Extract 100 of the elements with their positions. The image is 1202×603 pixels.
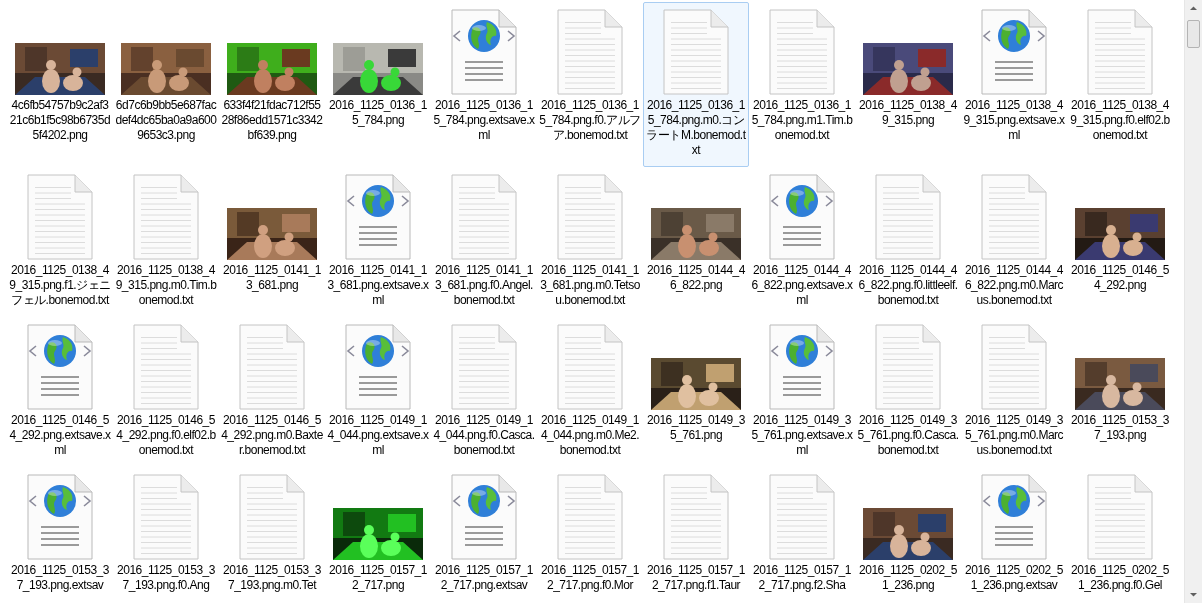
text-document-icon [1087, 474, 1153, 560]
file-name: 2016_1125_0144_46_822.png [646, 263, 746, 293]
file-item[interactable]: 2016_1125_0138_49_315.png.f0.elf02.bonemod.txt [1067, 2, 1173, 167]
file-name: 2016_1125_0146_54_292.png [1070, 263, 1170, 293]
text-document-icon [133, 474, 199, 560]
file-item[interactable]: 2016_1125_0153_37_193.png [1067, 317, 1173, 467]
file-item[interactable]: 2016_1125_0149_35_761.png.extsave.xml [749, 317, 855, 467]
xml-document-icon [345, 174, 411, 260]
file-name: 633f4f21fdac712f5528f86edd1571c3342bf639.png [221, 98, 323, 143]
xml-document-icon [345, 324, 411, 410]
file-item[interactable]: 2016_1125_0146_54_292.png.extsave.xml [7, 317, 113, 467]
xml-document-icon [981, 474, 1047, 560]
file-name: 2016_1125_0153_37_193.png.extsav [10, 563, 110, 593]
file-item[interactable]: 2016_1125_0149_14_044.png.extsave.xml [325, 317, 431, 467]
file-item[interactable]: 2016_1125_0144_46_822.png.extsave.xml [749, 167, 855, 317]
file-item[interactable]: 2016_1125_0136_15_784.png.f0.アルフア.bonemod.txt [537, 2, 643, 167]
file-item[interactable]: 2016_1125_0149_14_044.png.m0.Me2.bonemod.txt [537, 317, 643, 467]
text-document-icon [1087, 9, 1153, 95]
file-name: 2016_1125_0146_54_292.png.m0.Baxter.bonemod.txt [221, 413, 323, 458]
file-name: 2016_1125_0153_37_193.png [1070, 413, 1170, 443]
text-document-icon [451, 324, 517, 410]
file-item[interactable]: 2016_1125_0136_15_784.png.extsave.xml [431, 2, 537, 167]
xml-document-icon [27, 324, 93, 410]
file-name: 2016_1125_0144_46_822.png.extsave.xml [751, 263, 853, 308]
file-name: 2016_1125_0157_12_717.png.f1.Taur [646, 563, 746, 593]
xml-document-icon [981, 9, 1047, 95]
file-item[interactable]: 2016_1125_0141_13_681.png [219, 167, 325, 317]
text-document-icon [239, 474, 305, 560]
text-document-icon [133, 174, 199, 260]
file-item[interactable]: 2016_1125_0149_14_044.png.f0.Casca.bonemod.txt [431, 317, 537, 467]
file-item[interactable]: 2016_1125_0138_49_315.png.m0.Tim.bonemod.txt [113, 167, 219, 317]
file-name: 2016_1125_0138_49_315.png.m0.Tim.bonemod.txt [115, 263, 217, 308]
file-name: 2016_1125_0149_35_761.png.extsave.xml [751, 413, 853, 458]
text-document-icon [875, 174, 941, 260]
file-name: 2016_1125_0202_51_236.png [858, 563, 958, 593]
file-item[interactable]: 2016_1125_0157_12_717.png.extsav [431, 467, 537, 602]
file-item[interactable]: 2016_1125_0153_37_193.png.f0.Ang [113, 467, 219, 602]
scroll-thumb[interactable] [1187, 20, 1200, 48]
file-name: 6d7c6b9bb5e687facdef4dc65ba0a9a6009653c3.png [115, 98, 217, 143]
text-document-icon [663, 9, 729, 95]
file-name: 2016_1125_0202_51_236.png.extsav [964, 563, 1064, 593]
file-item[interactable]: 2016_1125_0202_51_236.png.f0.Gel [1067, 467, 1173, 602]
file-name: 2016_1125_0149_35_761.png.m0.Marcus.bonemod.txt [963, 413, 1065, 458]
file-item[interactable]: 2016_1125_0136_15_784.png [325, 2, 431, 167]
file-name: 2016_1125_0136_15_784.png.m1.Tim.bonemod.txt [751, 98, 853, 143]
file-item[interactable]: 2016_1125_0202_51_236.png.extsav [961, 467, 1067, 602]
file-item[interactable]: 633f4f21fdac712f5528f86edd1571c3342bf639.png [219, 2, 325, 167]
file-item[interactable]: 2016_1125_0138_49_315.png.extsave.xml [961, 2, 1067, 167]
file-item[interactable]: 2016_1125_0149_35_761.png.f0.Casca.bonemod.txt [855, 317, 961, 467]
file-item[interactable]: 2016_1125_0144_46_822.png [643, 167, 749, 317]
file-item[interactable]: 2016_1125_0153_37_193.png.m0.Tet [219, 467, 325, 602]
file-item[interactable]: 2016_1125_0153_37_193.png.extsav [7, 467, 113, 602]
file-item[interactable]: 2016_1125_0141_13_681.png.f0.Angel.bonemod.txt [431, 167, 537, 317]
file-name: 2016_1125_0149_35_761.png.f0.Casca.bonemod.txt [857, 413, 959, 458]
file-name: 2016_1125_0136_15_784.png [328, 98, 428, 128]
file-name: 2016_1125_0202_51_236.png.f0.Gel [1070, 563, 1170, 593]
file-item[interactable]: 2016_1125_0136_15_784.png.m0.コンラートM.bonemod.txt [643, 2, 749, 167]
file-item[interactable]: 4c6fb54757b9c2af321c6b1f5c98b6735d5f4202.png [7, 2, 113, 167]
xml-document-icon [451, 474, 517, 560]
file-name: 2016_1125_0136_15_784.png.extsave.xml [433, 98, 535, 143]
text-document-icon [875, 324, 941, 410]
file-item[interactable]: 2016_1125_0138_49_315.png [855, 2, 961, 167]
file-item[interactable]: 2016_1125_0157_12_717.png.f1.Taur [643, 467, 749, 602]
text-document-icon [981, 324, 1047, 410]
file-item[interactable]: 2016_1125_0144_46_822.png.f0.littleelf.bonemod.txt [855, 167, 961, 317]
file-name: 2016_1125_0146_54_292.png.f0.elf02.bonemod.txt [115, 413, 217, 458]
file-name: 2016_1125_0157_12_717.png.f2.Sha [752, 563, 852, 593]
file-item[interactable]: 2016_1125_0202_51_236.png [855, 467, 961, 602]
file-item[interactable]: 6d7c6b9bb5e687facdef4dc65ba0a9a6009653c3.png [113, 2, 219, 167]
text-document-icon [557, 9, 623, 95]
file-item[interactable]: 2016_1125_0144_46_822.png.m0.Marcus.bonemod.txt [961, 167, 1067, 317]
file-name: 2016_1125_0138_49_315.png.f1.ジェニフェル.bonemod.txt [9, 263, 111, 308]
text-document-icon [769, 474, 835, 560]
file-item[interactable]: 2016_1125_0149_35_761.png.m0.Marcus.bonemod.txt [961, 317, 1067, 467]
file-name: 2016_1125_0149_14_044.png.m0.Me2.bonemod.txt [539, 413, 641, 458]
text-document-icon [27, 174, 93, 260]
file-item[interactable]: 2016_1125_0146_54_292.png [1067, 167, 1173, 317]
file-name: 2016_1125_0149_35_761.png [646, 413, 746, 443]
file-name: 2016_1125_0157_12_717.png.f0.Mor [540, 563, 640, 593]
text-document-icon [451, 174, 517, 260]
file-item[interactable]: 2016_1125_0141_13_681.png.extsave.xml [325, 167, 431, 317]
file-item[interactable]: 2016_1125_0141_13_681.png.m0.Tetsou.bonemod.txt [537, 167, 643, 317]
file-name: 2016_1125_0153_37_193.png.f0.Ang [116, 563, 216, 593]
file-name: 2016_1125_0138_49_315.png.extsave.xml [963, 98, 1065, 143]
scrollbar[interactable] [1184, 0, 1202, 603]
file-name: 2016_1125_0146_54_292.png.extsave.xml [9, 413, 111, 458]
file-name: 2016_1125_0153_37_193.png.m0.Tet [222, 563, 322, 593]
file-item[interactable]: 2016_1125_0157_12_717.png [325, 467, 431, 602]
file-name: 2016_1125_0144_46_822.png.m0.Marcus.bonemod.txt [963, 263, 1065, 308]
file-item[interactable]: 2016_1125_0146_54_292.png.f0.elf02.bonemod.txt [113, 317, 219, 467]
file-item[interactable]: 2016_1125_0157_12_717.png.f0.Mor [537, 467, 643, 602]
xml-document-icon [769, 324, 835, 410]
file-name: 2016_1125_0149_14_044.png.extsave.xml [327, 413, 429, 458]
file-item[interactable]: 2016_1125_0146_54_292.png.m0.Baxter.bonemod.txt [219, 317, 325, 467]
file-item[interactable]: 2016_1125_0157_12_717.png.f2.Sha [749, 467, 855, 602]
file-item[interactable]: 2016_1125_0136_15_784.png.m1.Tim.bonemod.txt [749, 2, 855, 167]
file-item[interactable]: 2016_1125_0138_49_315.png.f1.ジェニフェル.bonemod.txt [7, 167, 113, 317]
text-document-icon [239, 324, 305, 410]
file-item[interactable]: 2016_1125_0149_35_761.png [643, 317, 749, 467]
file-name: 2016_1125_0141_13_681.png.f0.Angel.bonemod.txt [434, 263, 534, 308]
